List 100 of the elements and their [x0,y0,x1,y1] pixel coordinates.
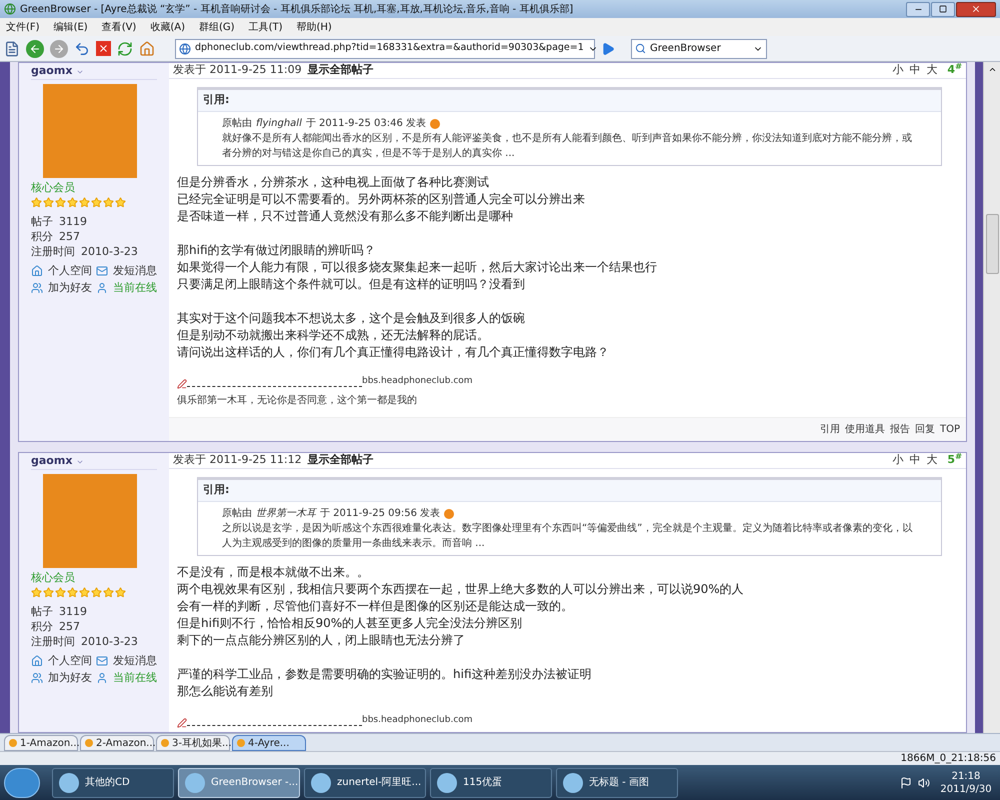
author-action-link[interactable]: 个人空间 [48,652,92,669]
post-text-line: 其实对于这个问题我本不想说太多，这个是会触及到很多人的饭碗 [177,310,526,327]
taskbar-button[interactable]: 无标题 - 画图 [556,768,678,798]
star-icon [103,586,114,598]
envelope-icon[interactable] [96,654,108,667]
flag-icon[interactable] [900,776,912,788]
font-size-link[interactable]: 小 [892,452,904,469]
pencil-icon [177,378,187,388]
globe-icon [4,3,16,15]
close-icon[interactable] [971,4,981,14]
post-text-line: 是否味道一样，只不过普通人竟然没有那么多不能判断出是哪种 [177,208,514,225]
people-icon[interactable] [31,282,43,294]
go-icon[interactable] [601,42,615,56]
menu-item[interactable]: 工具(T) [248,20,282,34]
font-size-link[interactable]: 中 [909,62,920,79]
show-all-link[interactable]: 显示全部帖子 [308,62,374,79]
undo-icon[interactable] [74,40,90,56]
author-action-link[interactable]: 发短消息 [113,262,157,279]
stat-label: 帖子 [31,214,53,228]
post-text-line: 那怎么能说有差别 [177,683,274,700]
show-all-link[interactable]: 显示全部帖子 [308,452,374,469]
quote-heading: 引用: [203,92,230,108]
post-action-link[interactable]: 使用道具 [844,422,885,437]
browser-tab[interactable]: 2-Amazon... [80,735,154,751]
post-text-line: 请问说出这样话的人，你们有几个真正懂得电路设计，有几个真正懂得数字电路？ [177,344,610,361]
post-date: 发表于 2011-9-25 11:12 [173,452,302,468]
star-icon [91,196,102,208]
maximize-button[interactable] [931,2,955,16]
start-button[interactable] [4,768,40,798]
author-action-link[interactable]: 发短消息 [113,652,157,669]
post-text-line: 但是分辨香水，分辨茶水，这种电视上面做了各种比赛测试 [177,174,490,191]
close-button[interactable] [956,2,996,16]
stat-value: 3119 [59,604,87,618]
author-name[interactable]: gaomx [31,63,72,80]
stat-value: 2010-3-23 [81,244,138,258]
scroll-up-icon[interactable] [988,65,996,74]
post-action-link[interactable]: 回复 [914,422,935,437]
scrollbar-thumb[interactable] [986,214,998,274]
star-icon [31,196,42,208]
stat-label: 积分 [31,228,53,244]
taskbar-button[interactable]: 其他的CD [52,768,174,798]
taskbar-button[interactable]: 115优蛋 [430,768,552,798]
new-page-icon[interactable] [4,40,20,56]
browser-tab[interactable]: 3-耳机如果... [156,735,230,751]
menu-item[interactable]: 群组(G) [199,20,235,34]
quote-intro: 原帖由 [222,116,252,131]
quote-date: 于 2011-9-25 03:46 发表 [306,116,426,131]
quote-date: 于 2011-9-25 09:56 发表 [320,506,440,521]
stop-icon[interactable] [96,41,111,56]
font-size-link[interactable]: 大 [926,62,938,79]
font-size-link[interactable]: 中 [909,452,920,469]
people-icon[interactable] [31,672,43,684]
home-icon[interactable] [31,654,43,667]
address-field[interactable]: dphoneclub.com/viewthread.php?tid=168331&extra=&authorid=90303&page=1 [175,38,595,58]
post-action-link[interactable]: 引用 [820,422,840,437]
refresh-icon[interactable] [117,40,133,56]
star-icon [67,196,78,208]
star-icon [103,196,114,208]
post-action-link[interactable]: TOP [940,422,960,437]
forward-icon[interactable] [50,40,68,58]
menu-item[interactable]: 编辑(E) [54,20,88,34]
menu-item[interactable]: 文件(F) [6,20,40,34]
clock-date: 2011/9/30 [940,782,992,796]
signature-site: bbs.headphoneclub.com [362,375,473,388]
font-size-link[interactable]: 大 [926,452,938,469]
home-icon[interactable] [139,40,155,56]
stat-value: 257 [59,228,80,244]
taskbar-button[interactable]: zunertel-阿里旺... [304,768,426,798]
post-text-line: 剩下的一点点能分辨区别的人，闭上眼睛也无法分辨了 [177,632,466,649]
maximize-icon[interactable] [939,5,947,13]
stat-label: 注册时间 [31,634,75,648]
menu-item[interactable]: 帮助(H) [296,20,332,34]
menu-item[interactable]: 收藏(A) [150,20,185,34]
home-icon[interactable] [31,264,43,277]
star-icon [79,586,90,598]
envelope-icon[interactable] [96,264,108,277]
stat-label: 积分 [31,618,53,634]
star-icon [67,586,78,598]
status-text: 1866M_0_21:18:56 [900,752,996,766]
stat-label: 帖子 [31,604,53,618]
person-icon[interactable] [96,672,108,684]
author-action-link[interactable]: 个人空间 [48,262,92,279]
author-action-link[interactable]: 加为好友 [48,670,92,686]
speaker-icon[interactable] [918,776,930,788]
taskbar-button[interactable]: GreenBrowser -... [178,768,300,798]
scrollbar[interactable] [983,62,1000,733]
post-text-line: 严谨的科学工业品，参数是需要明确的实验证明的。hifi这种差别没办法被证明 [177,666,592,683]
quote-author[interactable]: 世界第一木耳 [256,506,316,521]
star-icon [55,586,66,598]
post-action-link[interactable]: 报告 [890,422,910,437]
font-size-link[interactable]: 小 [892,62,904,79]
browser-tab[interactable]: 4-Ayre... [232,735,306,751]
person-icon[interactable] [96,282,108,294]
browser-tab[interactable]: 1-Amazon... [4,735,78,751]
quote-author[interactable]: flyinghall [256,116,302,131]
back-icon[interactable] [26,40,44,58]
author-action-link[interactable]: 加为好友 [48,280,92,296]
search-field[interactable]: GreenBrowser [631,38,767,58]
menu-item[interactable]: 查看(V) [102,20,136,34]
author-name[interactable]: gaomx [31,453,72,470]
